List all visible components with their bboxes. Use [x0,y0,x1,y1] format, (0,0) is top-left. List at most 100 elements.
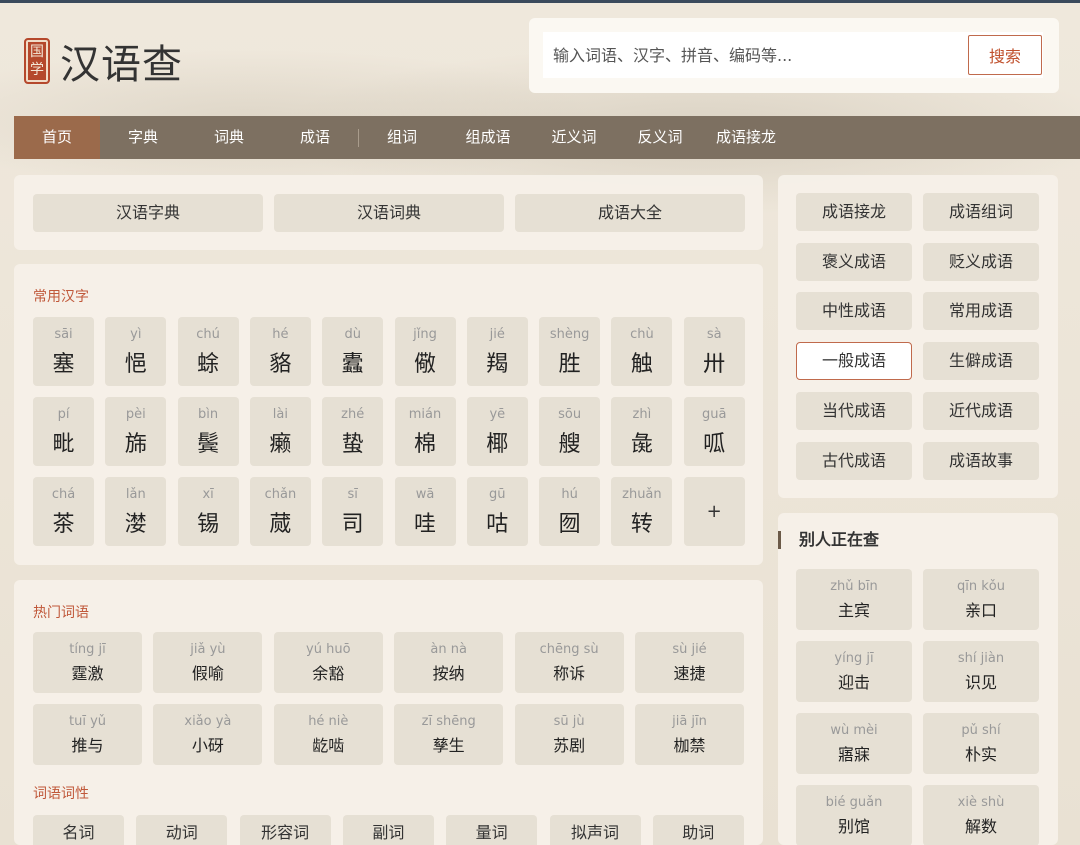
idiom-link[interactable]: 成语组词 [923,193,1039,231]
nav-item[interactable]: 词典 [186,116,272,159]
word-cell[interactable]: jiǎ yù 假喻 [153,632,263,693]
top-link[interactable]: 成语大全 [515,194,745,232]
nav-item[interactable]: 字典 [100,116,186,159]
char-text: 锡 [197,512,220,537]
idiom-link[interactable]: 生僻成语 [923,342,1039,381]
word-pinyin: jiǎ yù [190,642,226,657]
search-button[interactable]: 搜索 [968,35,1042,75]
char-cell[interactable]: pèi 旆 [105,397,167,466]
idiom-link[interactable]: 中性成语 [796,292,912,331]
char-cell[interactable]: chǎn 蒇 [249,477,311,546]
pos-cell[interactable]: 拟声词 [549,815,641,845]
char-text: 儆 [413,352,436,377]
other-pinyin: wù mèi [830,723,878,738]
char-cell[interactable]: bìn 鬓 [177,397,239,466]
char-cell[interactable]: zhuǎn 转 [611,477,673,546]
char-cell[interactable]: hé 貉 [249,317,311,386]
word-cell[interactable]: zī shēng 孳生 [394,704,504,765]
other-pinyin: yíng jī [834,651,874,666]
nav-item[interactable]: 首页 [14,116,100,159]
word-cell[interactable]: sū jù 苏剧 [514,704,624,765]
char-pinyin: sà [706,327,722,342]
top-link[interactable]: 汉语词典 [274,194,504,232]
char-pinyin: zhuǎn [622,487,662,502]
pos-cell[interactable]: 形容词 [239,815,331,845]
other-word-cell[interactable]: xiè shù 解数 [923,785,1039,845]
char-cell[interactable]: guā 呱 [683,397,745,466]
idiom-link[interactable]: 常用成语 [923,292,1039,331]
more-chars-button[interactable]: + [683,477,745,546]
pos-cell[interactable]: 量词 [446,815,538,845]
idiom-link[interactable]: 贬义成语 [923,242,1039,281]
char-pinyin: sōu [558,407,582,422]
other-word-cell[interactable]: wù mèi 寤寐 [796,713,912,774]
other-text: 亲口 [964,601,997,620]
char-cell[interactable]: yì 悒 [105,317,167,386]
char-cell[interactable]: shèng 胜 [539,317,601,386]
word-cell[interactable]: chēng sù 称诉 [514,632,624,693]
char-cell[interactable]: jǐng 儆 [394,317,456,386]
idiom-link[interactable]: 成语故事 [923,441,1039,480]
char-cell[interactable]: chú 蜍 [177,317,239,386]
site-logo[interactable]: 国 学 汉语查 [24,32,183,90]
char-cell[interactable]: zhé 蛰 [322,397,384,466]
char-cell[interactable]: xī 锡 [177,477,239,546]
char-cell[interactable]: zhì 彘 [611,397,673,466]
word-cell[interactable]: tuī yǔ 推与 [33,704,142,765]
pos-cell[interactable]: 助词 [652,815,744,845]
top-link[interactable]: 汉语字典 [33,194,263,232]
pos-cell[interactable]: 副词 [342,815,434,845]
char-cell[interactable]: wā 哇 [394,477,456,546]
idiom-link[interactable]: 褒义成语 [796,242,912,281]
word-cell[interactable]: jiā jīn 枷禁 [635,704,744,765]
word-text: 枷禁 [673,736,706,755]
other-word-cell[interactable]: bié guǎn 别馆 [796,785,912,845]
nav-item[interactable]: 反义词 [617,116,703,159]
char-cell[interactable]: pí 毗 [33,397,94,466]
word-cell[interactable]: yú huō 余豁 [273,632,383,693]
idiom-link[interactable]: 近代成语 [923,391,1039,430]
word-cell[interactable]: xiǎo yà 小砑 [153,704,263,765]
word-pinyin: tíng jī [69,642,106,657]
idiom-link[interactable]: 一般成语 [796,342,912,381]
char-cell[interactable]: lài 癞 [249,397,311,466]
pos-cell[interactable]: 动词 [136,815,228,845]
word-text: 余豁 [312,664,345,683]
char-cell[interactable]: dù 蠹 [322,317,384,386]
idiom-link[interactable]: 当代成语 [796,391,912,430]
char-cell[interactable]: sāi 塞 [33,317,94,386]
other-word-cell[interactable]: shí jiàn 识见 [923,641,1039,702]
idiom-link[interactable]: 成语接龙 [796,193,912,231]
char-cell[interactable]: jié 羯 [466,317,528,386]
word-cell[interactable]: sù jié 速捷 [635,632,744,693]
char-pinyin: mián [408,407,442,422]
char-cell[interactable]: chá 茶 [33,477,94,546]
other-word-cell[interactable]: zhǔ bīn 主宾 [796,569,912,630]
pos-cell[interactable]: 名词 [33,815,124,845]
char-cell[interactable]: lǎn 漤 [105,477,167,546]
char-cell[interactable]: gū 咕 [466,477,528,546]
word-text: 按纳 [432,664,465,683]
char-cell[interactable]: sī 司 [322,477,384,546]
char-cell[interactable]: chù 触 [611,317,673,386]
idiom-link[interactable]: 古代成语 [796,441,912,480]
site-title: 汉语查 [60,42,183,88]
nav-item[interactable]: 近义词 [531,116,617,159]
other-word-cell[interactable]: yíng jī 迎击 [796,641,912,702]
nav-item[interactable]: 成语 [272,116,358,159]
char-cell[interactable]: yē 椰 [466,397,528,466]
other-word-cell[interactable]: qīn kǒu 亲口 [923,569,1039,630]
other-word-cell[interactable]: pǔ shí 朴实 [923,713,1039,774]
nav-item[interactable]: 组成语 [445,116,531,159]
header: 国 学 汉语查 搜索 [0,0,1080,116]
word-cell[interactable]: tíng jī 霆激 [33,632,142,693]
nav-item[interactable]: 成语接龙 [703,116,789,159]
seal-icon: 国 学 [24,38,50,84]
char-cell[interactable]: hú 囫 [539,477,601,546]
char-cell[interactable]: sà 卅 [683,317,745,386]
nav-item[interactable]: 组词 [359,116,445,159]
word-cell[interactable]: àn nà 按纳 [394,632,504,693]
word-cell[interactable]: hé niè 龁啮 [273,704,383,765]
char-cell[interactable]: sōu 艘 [539,397,601,466]
char-cell[interactable]: mián 棉 [394,397,456,466]
